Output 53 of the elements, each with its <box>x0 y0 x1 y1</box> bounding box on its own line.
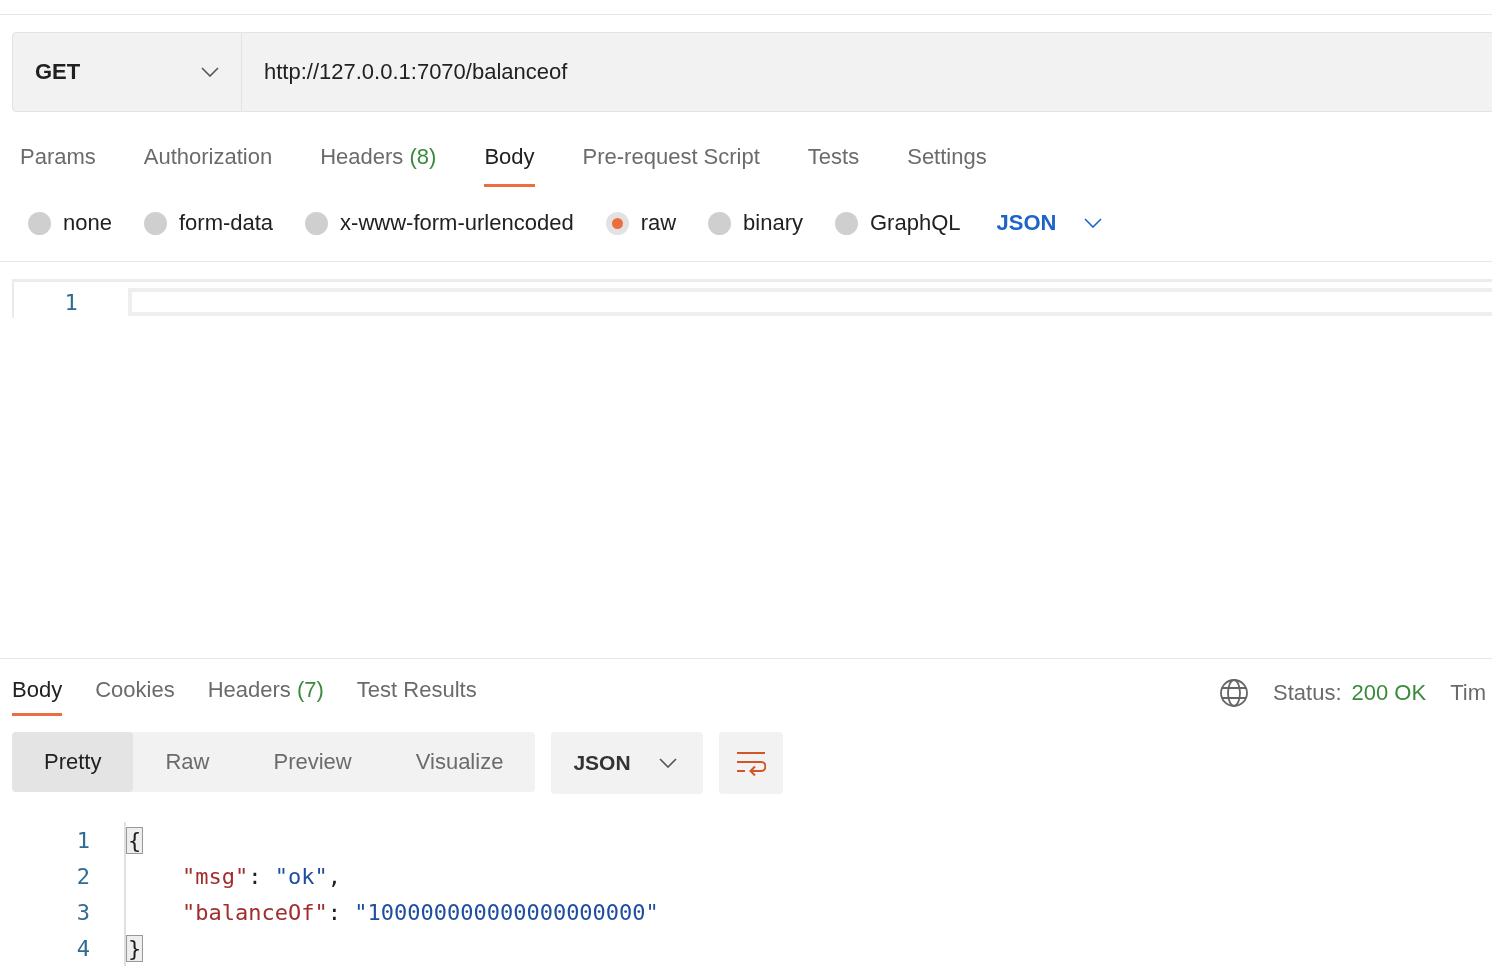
line-number: 3 <box>75 899 91 925</box>
request-tab[interactable]: Body <box>484 124 535 187</box>
request-tab[interactable]: Settings <box>907 124 987 187</box>
line-number: 2 <box>75 863 91 889</box>
response-tab[interactable]: Test Results <box>356 669 477 716</box>
radio-label: binary <box>743 210 803 236</box>
body-type-radio[interactable]: none <box>28 210 112 236</box>
json-punctuation: : <box>327 899 342 925</box>
request-tab[interactable]: Params <box>20 124 96 187</box>
request-tab[interactable]: Authorization <box>143 124 273 187</box>
brace-char: { <box>126 826 144 854</box>
brace-char: } <box>126 934 144 962</box>
radio-label: raw <box>640 210 677 236</box>
globe-icon[interactable] <box>1219 677 1250 708</box>
json-punctuation: : <box>248 863 263 889</box>
body-type-radio[interactable]: binary <box>708 210 803 236</box>
method-dropdown[interactable]: GET <box>12 32 242 112</box>
body-type-radio[interactable]: form-data <box>143 210 274 236</box>
wrap-lines-icon <box>735 750 766 776</box>
radio-label: none <box>63 210 112 236</box>
json-key: "msg" <box>182 863 249 889</box>
chevron-down-icon <box>658 758 677 768</box>
json-punctuation: , <box>327 863 341 889</box>
json-key: "balanceOf" <box>182 899 328 925</box>
status-value: 200 OK <box>1351 679 1427 706</box>
chevron-down-icon <box>1084 218 1103 228</box>
body-type-radio[interactable]: GraphQL <box>835 210 961 236</box>
response-tab[interactable]: Body <box>12 669 63 716</box>
radio-label: GraphQL <box>870 210 961 236</box>
line-number: 4 <box>75 935 91 961</box>
wrap-lines-button[interactable] <box>718 732 783 794</box>
body-format-dropdown[interactable]: JSON <box>996 210 1103 236</box>
response-tab[interactable]: Headers (7) <box>207 669 324 716</box>
view-mode-tab[interactable]: Raw <box>133 732 242 792</box>
request-tab[interactable]: Pre-request Script <box>582 124 760 187</box>
time-label: Tim <box>1450 679 1486 706</box>
radio-label: form-data <box>178 210 274 236</box>
line-number: 1 <box>75 827 91 853</box>
response-tab[interactable]: Cookies <box>95 669 175 716</box>
request-tab[interactable]: Headers (8) <box>320 124 437 187</box>
json-string: "100000000000000000000" <box>354 899 659 925</box>
request-tab[interactable]: Tests <box>807 124 860 187</box>
chevron-down-icon <box>201 67 219 77</box>
view-mode-tab[interactable]: Preview <box>241 732 384 792</box>
response-format-dropdown[interactable]: JSON <box>551 732 703 794</box>
view-mode-tab[interactable]: Pretty <box>12 732 134 792</box>
body-type-radio[interactable]: raw <box>605 210 677 236</box>
request-body-editor[interactable]: 1 <box>0 261 1492 659</box>
line-number: 1 <box>63 289 79 315</box>
json-string: "ok" <box>274 863 328 889</box>
status-label: Status: <box>1273 679 1342 706</box>
url-input[interactable]: http://127.0.0.1:7070/balanceof <box>242 32 1492 112</box>
view-mode-tab[interactable]: Visualize <box>383 732 536 792</box>
